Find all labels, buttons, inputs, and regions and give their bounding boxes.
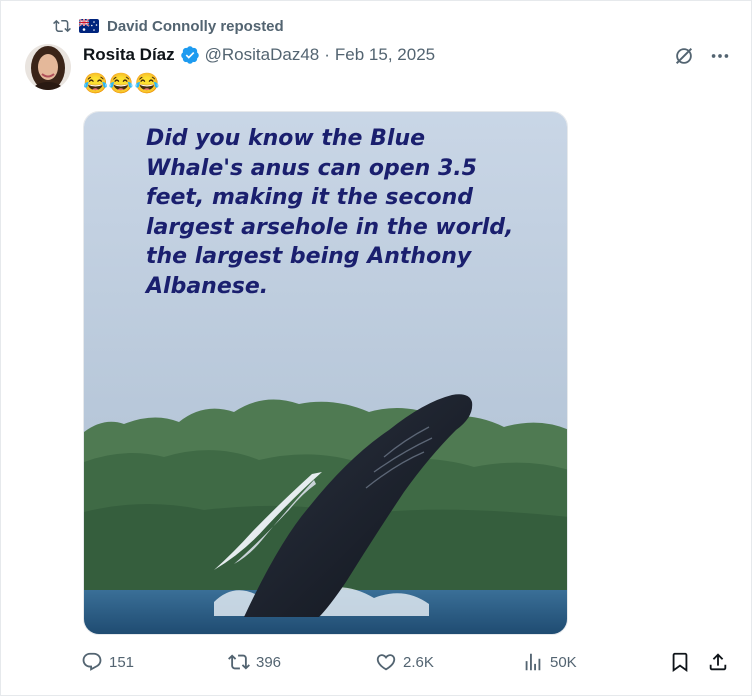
reply-icon [82, 652, 102, 671]
repost-label[interactable]: David Connolly reposted [107, 18, 284, 35]
tweet-media-image[interactable]: Did you know the Blue Whale's anus can o… [83, 111, 568, 635]
grok-icon[interactable] [673, 45, 695, 67]
header-actions [673, 45, 731, 67]
avatar[interactable] [25, 44, 71, 90]
view-count: 50K [550, 653, 577, 671]
bookmark-icon [672, 652, 688, 673]
verified-badge-icon[interactable] [180, 45, 200, 65]
bookmark-button[interactable] [669, 651, 691, 673]
repost-button[interactable]: 396 [228, 651, 281, 673]
reply-button[interactable]: 151 [81, 651, 134, 673]
heart-icon [376, 654, 396, 671]
repost-icon [53, 19, 71, 33]
repost-context: David Connolly reposted [53, 17, 284, 35]
views-chart-icon [525, 653, 541, 671]
like-count: 2.6K [403, 653, 434, 671]
share-button[interactable] [707, 651, 729, 673]
post-date[interactable]: Feb 15, 2025 [335, 45, 435, 65]
more-options-icon[interactable] [709, 45, 731, 67]
meme-caption: Did you know the Blue Whale's anus can o… [146, 126, 514, 299]
author-handle[interactable]: @RositaDaz48 [205, 45, 320, 65]
reply-count: 151 [109, 653, 135, 671]
repost-action-icon [228, 654, 250, 670]
views-button[interactable]: 50K [522, 651, 577, 673]
repost-count: 396 [256, 653, 282, 671]
author-name[interactable]: Rosita Díaz [83, 45, 175, 65]
share-icon [709, 653, 727, 671]
tweet-actions: 151 396 2.6K 50K [81, 651, 731, 677]
australia-flag-icon [79, 19, 99, 33]
tweet-card[interactable]: David Connolly reposted Rosita Díaz @Ros… [0, 0, 752, 696]
tweet-text: 😂😂😂 [83, 73, 161, 95]
separator-dot: · [324, 45, 330, 64]
like-button[interactable]: 2.6K [375, 651, 434, 673]
tweet-header: Rosita Díaz @RositaDaz48 · Feb 15, 2025 [83, 45, 435, 65]
